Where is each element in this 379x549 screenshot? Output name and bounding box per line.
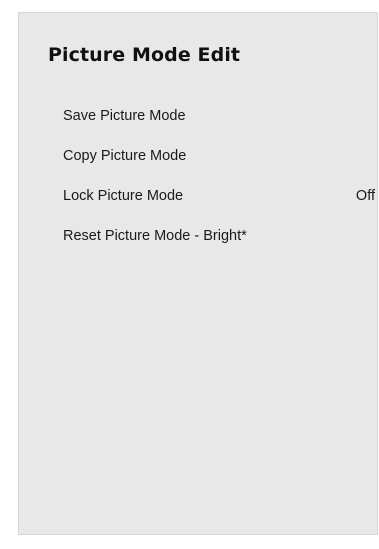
menu-item-label: Save Picture Mode xyxy=(63,108,186,124)
menu-item-label: Copy Picture Mode xyxy=(63,148,187,164)
menu-item-save-picture-mode[interactable]: Save Picture Mode xyxy=(63,105,379,145)
menu-item-reset-picture-mode[interactable]: Reset Picture Mode - Bright* xyxy=(63,225,379,265)
panel-title: Picture Mode Edit xyxy=(48,44,241,66)
menu-item-label: Lock Picture Mode xyxy=(63,188,184,204)
lock-picture-mode-value: Off xyxy=(355,188,375,204)
menu-item-copy-picture-mode[interactable]: Copy Picture Mode xyxy=(63,145,379,185)
menu-item-lock-picture-mode[interactable]: Lock Picture Mode Off xyxy=(63,185,379,225)
picture-mode-menu: Save Picture Mode Copy Picture Mode Lock… xyxy=(63,105,379,265)
picture-mode-edit-panel: Picture Mode Edit Save Picture Mode Copy… xyxy=(18,12,378,535)
menu-item-label: Reset Picture Mode - Bright* xyxy=(63,228,247,244)
